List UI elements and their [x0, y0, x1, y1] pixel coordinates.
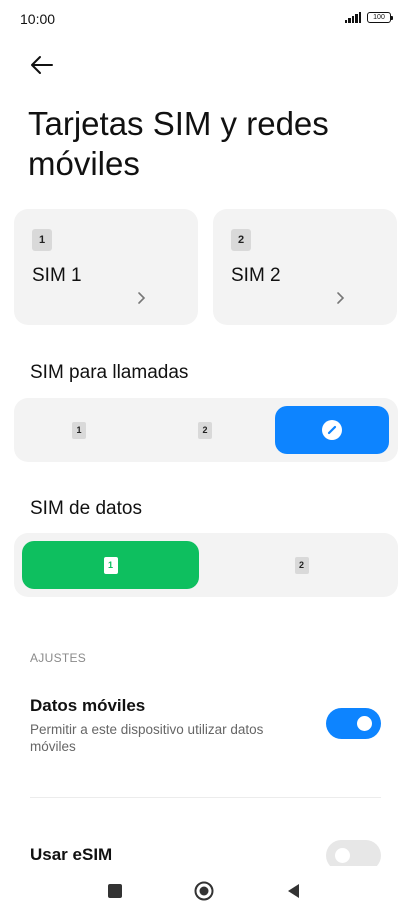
mobile-data-title: Datos móviles	[30, 696, 146, 715]
back-button[interactable]	[28, 52, 56, 78]
calls-option-sim-1[interactable]: 1	[22, 406, 136, 454]
esim-title: Usar eSIM	[30, 845, 113, 864]
sim-2-badge: 2	[231, 229, 251, 251]
sim-2-mini-icon: 2	[198, 422, 212, 439]
chevron-right-icon	[138, 292, 146, 304]
status-icons: 100	[344, 12, 393, 23]
settings-section-label: AJUSTES	[30, 651, 87, 665]
data-option-sim-2[interactable]: 2	[213, 541, 390, 589]
calls-option-sim-2[interactable]: 2	[148, 406, 262, 454]
battery-level: 100	[373, 14, 385, 21]
toggle-knob	[357, 716, 372, 731]
sim-1-badge: 1	[32, 229, 52, 251]
square-icon	[108, 884, 122, 898]
status-bar: 10:00 100	[0, 0, 411, 38]
mobile-data-toggle[interactable]	[326, 708, 381, 739]
circle-home-icon	[194, 881, 214, 901]
status-time: 10:00	[20, 11, 56, 27]
sim-1-card[interactable]: 1 SIM 1	[14, 209, 198, 325]
data-heading: SIM de datos	[30, 498, 142, 519]
home-button[interactable]	[194, 881, 214, 901]
chevron-right-icon	[337, 292, 345, 304]
sim-2-mini-icon: 2	[294, 557, 309, 574]
sim-1-mini-icon: 1	[72, 422, 86, 439]
arrow-left-icon	[31, 56, 53, 74]
pencil-icon	[322, 420, 342, 440]
sim-2-name: SIM 2	[231, 265, 281, 286]
data-option-sim-1[interactable]: 1	[22, 541, 199, 589]
recents-button[interactable]	[105, 881, 125, 901]
calls-sim-selector: 1 2	[14, 398, 398, 462]
calls-option-ask[interactable]	[275, 406, 389, 454]
sim-2-card[interactable]: 2 SIM 2	[213, 209, 397, 325]
page-title: Tarjetas SIM y redes móviles	[28, 105, 329, 182]
sim-1-name: SIM 1	[32, 265, 82, 286]
divider	[30, 797, 381, 798]
nav-back-button[interactable]	[284, 881, 304, 901]
sim-1-mini-icon: 1	[103, 557, 118, 574]
mobile-data-description: Permitir a este dispositivo utilizar dat…	[30, 722, 264, 754]
battery-icon: 100	[367, 12, 393, 23]
triangle-back-icon	[288, 884, 299, 898]
calls-heading: SIM para llamadas	[30, 362, 189, 383]
navigation-bar	[0, 866, 411, 914]
toggle-knob	[335, 848, 350, 863]
signal-icon	[344, 12, 361, 23]
data-sim-selector: 1 2	[14, 533, 398, 597]
